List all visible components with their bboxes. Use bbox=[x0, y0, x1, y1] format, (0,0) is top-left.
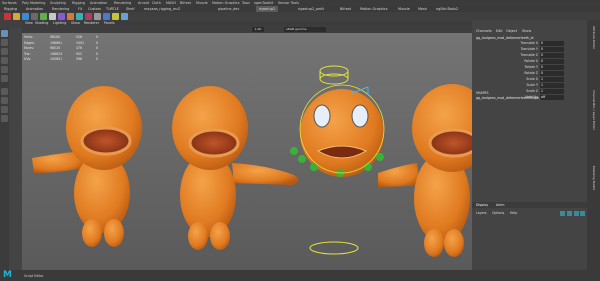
skin-bind-icon[interactable] bbox=[22, 13, 29, 20]
hud-value: 526 bbox=[76, 35, 83, 39]
hud-label: Faces: bbox=[24, 46, 34, 50]
joint-tool-icon[interactable] bbox=[4, 13, 11, 20]
wrap-deformer-icon[interactable] bbox=[67, 13, 74, 20]
hud-value: 1002 bbox=[76, 40, 85, 45]
layout-outliner-icon[interactable] bbox=[1, 115, 8, 122]
hud-value: 952 bbox=[76, 51, 83, 56]
layout-four-icon[interactable] bbox=[1, 97, 8, 104]
lasso-tool-icon[interactable] bbox=[1, 39, 8, 46]
viewport-3d[interactable] bbox=[22, 33, 472, 270]
mirror-icon[interactable] bbox=[121, 13, 128, 20]
layer-menu-layers[interactable]: Layers bbox=[476, 211, 487, 215]
script-icon[interactable] bbox=[103, 13, 110, 20]
hud-label: Tris: bbox=[24, 51, 31, 56]
attr-visibility[interactable]: Visibility off bbox=[476, 95, 566, 101]
select-tool-icon[interactable] bbox=[1, 30, 8, 37]
channel-box-tab[interactable]: Channels bbox=[476, 29, 492, 33]
hud-label: UVs: bbox=[24, 57, 32, 61]
script-editor-label[interactable]: Script Editor bbox=[24, 274, 44, 278]
colorspace-dropdown[interactable]: sRGB gamma bbox=[284, 27, 326, 32]
hud-row-uvs: UVs: 105601 596 0 bbox=[24, 57, 114, 63]
paint-select-icon[interactable] bbox=[1, 48, 8, 55]
maya-logo: M bbox=[3, 270, 12, 280]
layer-menu-help[interactable]: Help bbox=[510, 211, 517, 215]
rotate-tool-icon[interactable] bbox=[1, 66, 8, 73]
layer-editor-tabs: Display Anim bbox=[472, 202, 587, 208]
channel-box-layer-editor-tab[interactable]: Channel Box / Layer Editor bbox=[590, 90, 596, 160]
control-icon[interactable] bbox=[112, 13, 119, 20]
hud-value: 476 bbox=[76, 46, 83, 50]
blendshape-icon[interactable] bbox=[58, 13, 65, 20]
attr-rotate-z[interactable]: Rotate Z0 bbox=[476, 71, 566, 77]
cluster-icon[interactable] bbox=[40, 13, 47, 20]
curve-tool-icon[interactable] bbox=[94, 13, 101, 20]
lattice-icon[interactable] bbox=[49, 13, 56, 20]
locator-icon[interactable] bbox=[85, 13, 92, 20]
channel-box-tab[interactable]: Object bbox=[506, 29, 517, 33]
layer-menu-options[interactable]: Options bbox=[492, 211, 504, 215]
attr-rotate-x[interactable]: Rotate X0 bbox=[476, 59, 566, 65]
modeling-toolkit-tab[interactable]: Modeling Toolkit bbox=[590, 166, 596, 226]
side-tab-strip: Attribute Editor Channel Box / Layer Edi… bbox=[587, 20, 600, 281]
new-layer-icon[interactable] bbox=[560, 211, 565, 216]
hud-value: 0 bbox=[96, 35, 99, 39]
character-middle bbox=[172, 86, 299, 250]
character-left bbox=[32, 86, 142, 247]
hud-value: 0 bbox=[96, 51, 99, 56]
constraint-icon[interactable] bbox=[76, 13, 83, 20]
move-tool-icon[interactable] bbox=[1, 57, 8, 64]
hud-value: 0 bbox=[96, 46, 99, 50]
hud-value: 0 bbox=[96, 40, 99, 45]
hud-value: 98520 bbox=[50, 46, 61, 50]
hud-value: 98160 bbox=[50, 35, 61, 39]
selected-object-name[interactable]: gg_dudgeon_mod_deformerteeth_bl bbox=[476, 36, 534, 40]
scene-render bbox=[32, 65, 472, 257]
attr-translate-x[interactable]: Translate X0 bbox=[476, 41, 566, 47]
hud-value: 0 bbox=[96, 57, 99, 61]
character-right bbox=[378, 84, 472, 257]
layer-tab-anim[interactable]: Anim bbox=[496, 203, 504, 207]
new-layer-selected-icon[interactable] bbox=[567, 211, 572, 216]
attr-scale-z[interactable]: Scale Z1 bbox=[476, 89, 566, 95]
hud-value: 196661 bbox=[50, 40, 63, 45]
attribute-editor-tab[interactable]: Attribute Editor bbox=[590, 26, 596, 86]
move-layer-up-icon[interactable] bbox=[574, 211, 579, 216]
zoom-field[interactable]: 1.00 bbox=[252, 27, 264, 32]
hud-value: 105601 bbox=[50, 57, 63, 61]
layer-tab-display[interactable]: Display bbox=[476, 203, 488, 207]
attr-scale-x[interactable]: Scale X1 bbox=[476, 77, 566, 83]
hud-label: Verts: bbox=[24, 35, 34, 39]
character-selected[interactable] bbox=[290, 65, 385, 255]
channel-box-tab[interactable]: Show bbox=[522, 29, 531, 33]
channel-box-tab[interactable]: Edit bbox=[496, 29, 503, 33]
layout-single-icon[interactable] bbox=[1, 88, 8, 95]
move-layer-down-icon[interactable] bbox=[580, 211, 585, 216]
hud-label: Edges: bbox=[24, 40, 35, 45]
paint-weights-icon[interactable] bbox=[31, 13, 38, 20]
attr-rotate-y[interactable]: Rotate Y0 bbox=[476, 65, 566, 71]
viewport-toolbar: 1.00 sRGB gamma bbox=[22, 26, 472, 33]
bottom-bar: M Script Editor bbox=[0, 270, 600, 281]
hud-value: 596 bbox=[76, 57, 83, 61]
hud-value: 196624 bbox=[50, 51, 63, 56]
attr-translate-y[interactable]: Translate Y0 bbox=[476, 47, 566, 53]
poly-count-hud: Verts: 98160 526 0 Edges: 196661 1002 0 … bbox=[24, 35, 114, 63]
layout-side-icon[interactable] bbox=[1, 106, 8, 113]
attr-translate-z[interactable]: Translate Z0 bbox=[476, 53, 566, 59]
ik-handle-icon[interactable] bbox=[13, 13, 20, 20]
scale-tool-icon[interactable] bbox=[1, 75, 8, 82]
attr-scale-y[interactable]: Scale Y1 bbox=[476, 83, 566, 89]
toolbox bbox=[0, 28, 9, 281]
